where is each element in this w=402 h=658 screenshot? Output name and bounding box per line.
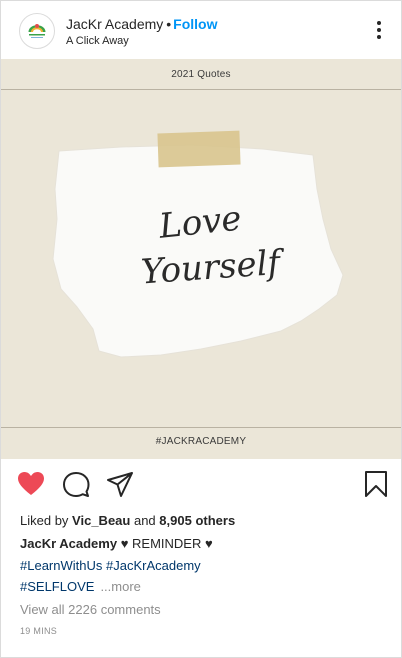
tape [157,130,241,168]
save-button[interactable] [361,469,391,499]
liked-by-count-link[interactable]: 8,905 others [159,513,235,528]
post-card: JacKr Academy • Follow A Click Away 2021 Q… [0,0,402,658]
liked-by-prefix: Liked by [20,513,69,528]
comment-icon [63,472,90,497]
separator-dot: • [166,16,172,32]
action-bar [1,463,401,507]
post-header: JacKr Academy • Follow A Click Away [1,1,401,59]
jackr-academy-logo-icon [21,15,53,47]
more-options-button[interactable] [371,19,387,41]
username-link[interactable]: JacKr Academy [66,16,163,32]
caption-more-link[interactable]: ...more [100,579,140,594]
hashtag-link[interactable]: #SELFLOVE [20,579,94,594]
like-button[interactable] [16,469,46,499]
comment-button[interactable] [61,469,91,499]
caption-hashtags-2: #SELFLOVE ...more [20,579,141,594]
user-line: JacKr Academy • Follow [66,16,218,32]
view-all-comments-link[interactable]: View all 2226 comments [20,602,161,617]
heart-filled-icon [18,472,44,495]
more-vertical-icon [377,21,381,25]
image-bottom-tag: #JACKRACADEMY [155,436,247,447]
send-icon [107,472,133,497]
image-divider-bottom [1,427,401,428]
note-line-2: Yourself [139,242,282,293]
liked-by-and: and [133,513,156,528]
share-button[interactable] [105,469,135,499]
more-dot [377,28,381,32]
bookmark-icon [365,471,387,497]
likes-summary: Liked by Vic_Beau and 8,905 others [20,513,235,528]
caption-hashtags: #LearnWithUs #JacKrAcademy [20,558,201,573]
avatar[interactable] [19,13,55,49]
post-timestamp[interactable]: 19 MINS [20,626,57,636]
liked-by-user-link[interactable]: Vic_Beau [72,513,130,528]
caption: JacKr Academy ♥ REMINDER ♥ [20,536,213,551]
location-subtitle[interactable]: A Click Away [66,35,129,47]
more-dot [377,35,381,39]
follow-button[interactable]: Follow [173,16,217,32]
post-image[interactable]: 2021 Quotes Love Yourself #JACKRACADEMY [1,59,401,459]
hashtag-link[interactable]: #LearnWithUs [20,558,102,573]
hashtag-link[interactable]: #JacKrAcademy [106,558,201,573]
caption-text: ♥ REMINDER ♥ [120,536,213,551]
caption-username-link[interactable]: JacKr Academy [20,536,117,551]
note-text: Love Yourself [140,198,282,292]
